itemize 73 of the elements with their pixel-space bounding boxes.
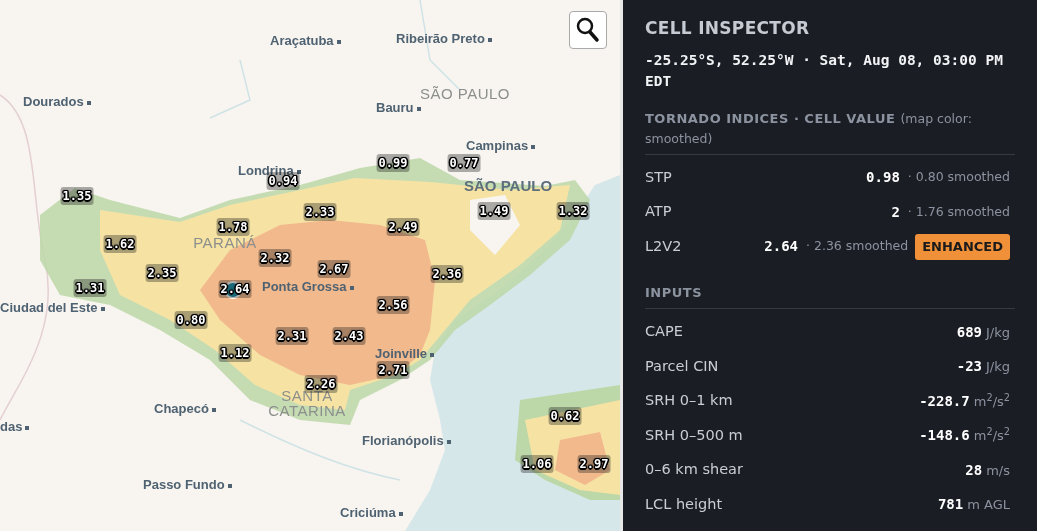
- cell-value-label: 0.62: [548, 407, 582, 425]
- metric-label: STP: [645, 167, 672, 187]
- city-label: Chapecó: [154, 402, 216, 415]
- panel-title: CELL INSPECTOR: [645, 17, 811, 40]
- cell-value-label: 1.78: [216, 218, 250, 236]
- metric-value: 689: [956, 322, 982, 342]
- city-label: Criciúma: [340, 506, 403, 519]
- metric-value: 781: [937, 495, 964, 515]
- metric-label: LCL height: [645, 494, 723, 514]
- search-button[interactable]: [569, 11, 607, 49]
- smoothed-value: · 0.80 smoothed: [907, 168, 1010, 187]
- metric-value: 2: [891, 202, 900, 222]
- region-label: SÃO PAULO: [418, 86, 512, 101]
- cell-value-label: 1.35: [60, 187, 94, 205]
- cell-value-label: 1.12: [218, 344, 252, 362]
- metric-label: SRH 0–1 km: [645, 391, 733, 411]
- search-icon: [576, 17, 600, 43]
- cell-value-label: 2.71: [376, 361, 410, 379]
- cell-value-label: 0.99: [376, 154, 410, 172]
- cell-value-label: 1.31: [73, 279, 107, 297]
- risk-badge: ENHANCED: [915, 234, 1010, 260]
- city-label: Ribeirão Preto: [396, 32, 492, 45]
- cell-value-label: 1.32: [556, 202, 590, 220]
- cell-value-label: 2.49: [386, 218, 420, 236]
- cell-value-label: 2.97: [577, 455, 611, 473]
- section-heading: INPUTS: [645, 282, 1015, 309]
- cell-value-label: 1.49: [477, 202, 511, 220]
- smoothed-value: · 2.36 smoothed: [806, 237, 909, 256]
- city-label: Bauru: [376, 101, 421, 114]
- city-label: Florianópolis: [362, 434, 451, 447]
- metric-value: -228.7: [919, 391, 970, 411]
- unit-label: m/s: [986, 461, 1010, 480]
- metric-label: ATP: [645, 202, 672, 222]
- cell-value-label: 0.77: [447, 154, 481, 172]
- cell-value-label: 2.67: [317, 260, 351, 278]
- cell-value-label: 2.43: [332, 327, 366, 345]
- city-label: das: [0, 420, 30, 433]
- cell-value-label: 2.35: [145, 264, 179, 282]
- city-label: Joinville: [375, 347, 435, 360]
- metric-value: -148.6: [919, 426, 970, 446]
- cell-value-label: 2.31: [275, 327, 309, 345]
- metric-value: 2.64: [764, 237, 798, 257]
- metric-value: -23: [956, 357, 982, 377]
- metric-label: Parcel CIN: [645, 356, 719, 376]
- unit-label: m AGL: [967, 496, 1010, 514]
- city-label: Ponta Grossa: [262, 280, 354, 293]
- city-label: Ciudad del Este: [0, 301, 105, 314]
- city-label: Campinas: [466, 139, 536, 152]
- smoothed-value: · 1.76 smoothed: [907, 202, 1010, 221]
- metric-label: SRH 0–500 m: [645, 425, 743, 445]
- cell-value-label: 2.36: [430, 265, 464, 283]
- metric-value: 28: [965, 460, 983, 480]
- city-label: Araçatuba: [270, 34, 341, 47]
- cell-value-label: 2.56: [376, 296, 410, 314]
- cell-value-label: 2.33: [303, 203, 337, 221]
- metric-label: CAPE: [645, 322, 683, 342]
- cell-value-label: 0.80: [174, 311, 208, 329]
- city-label: Passo Fundo: [143, 478, 232, 491]
- cell-value-label: 1.62: [103, 235, 137, 253]
- metric-label: 0–6 km shear: [645, 460, 743, 480]
- region-label: PARANÁ: [192, 235, 258, 250]
- city-label: Dourados: [23, 95, 91, 108]
- unit-label: m$^{2}$/s$^{2}$: [973, 391, 1010, 411]
- city-label: SÃO PAULO: [464, 178, 553, 193]
- unit-label: J/kg: [986, 358, 1010, 376]
- metric-value: 0.98: [866, 168, 900, 188]
- section-heading: TORNADO INDICES · CELL VALUE (map color: smoothed): [645, 107, 1015, 155]
- location-time: -25.25°S, 52.25°W · Sat, Aug 08, 03:00 PM EDT: [645, 50, 1004, 91]
- cell-value-label: 2.32: [258, 249, 292, 267]
- cell-value-label: 1.06: [520, 455, 554, 473]
- metric-label: L2V2: [645, 236, 682, 256]
- unit-label: m$^{2}$/s$^{2}$: [973, 426, 1010, 445]
- unit-label: J/kg: [986, 323, 1010, 342]
